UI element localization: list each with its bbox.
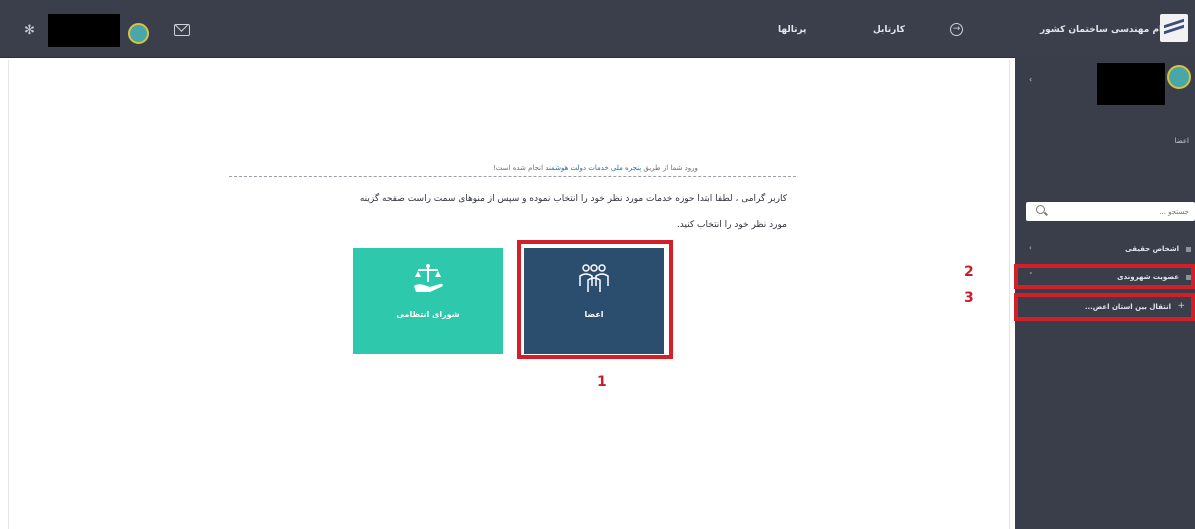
notice-link[interactable]: پنجره ملی خدمات دولت هوشمند xyxy=(545,164,641,172)
tile-disciplinary-council[interactable]: شورای انتظامی xyxy=(353,248,503,354)
avatar xyxy=(1167,65,1191,89)
kartabl-menu[interactable]: کارتابل xyxy=(873,25,905,35)
brand-logo xyxy=(1160,14,1188,42)
mail-icon[interactable] xyxy=(174,24,190,36)
brand-title: نظام مهندسی ساختمان کشور xyxy=(1040,25,1175,35)
chevron-left-icon[interactable]: ‹ xyxy=(1029,75,1032,84)
avatar[interactable] xyxy=(128,23,149,44)
chevron-left-icon: ‹ xyxy=(1029,244,1032,252)
annotation-box-1 xyxy=(517,240,673,359)
redacted-user-info xyxy=(48,14,120,47)
instruction-line-2: مورد نظر خود را انتخاب کنید. xyxy=(676,220,787,230)
tile-label: شورای انتظامی xyxy=(396,310,460,319)
instruction-line-1: کاربر گرامی ، لطفا ابتدا حوزه خدمات مورد… xyxy=(359,194,787,204)
sidebar-username: اعضا xyxy=(1174,137,1189,145)
annotation-number-3: 3 xyxy=(964,290,974,306)
list-icon xyxy=(1186,247,1191,252)
scales-hand-icon xyxy=(410,262,446,300)
sidebar-item-label: اشخاص حقیقی xyxy=(1125,245,1179,253)
top-bar: ✻ پرتالها کارتابل → نظام مهندسی ساختمان … xyxy=(0,0,1195,58)
annotation-number-1: 1 xyxy=(597,374,607,390)
main-content: ورود شما از طریق پنجره ملی خدمات دولت هو… xyxy=(8,60,1010,529)
divider xyxy=(229,176,796,177)
gear-icon[interactable]: ✻ xyxy=(24,24,35,37)
login-notice: ورود شما از طریق پنجره ملی خدمات دولت هو… xyxy=(493,164,698,172)
notice-suffix: انجام شده است! xyxy=(493,164,546,172)
search-icon[interactable] xyxy=(1036,205,1045,214)
annotation-box-3 xyxy=(1014,293,1195,321)
annotation-number-2: 2 xyxy=(964,264,974,280)
portals-menu[interactable]: پرتالها xyxy=(778,25,806,35)
sidebar-item-natural-persons[interactable]: ‹ اشخاص حقیقی xyxy=(1015,241,1195,259)
sidebar-search xyxy=(1026,202,1195,221)
search-input[interactable] xyxy=(1067,204,1191,220)
arrow-circle-icon[interactable]: → xyxy=(950,23,963,36)
notice-prefix: ورود شما از طریق xyxy=(641,164,698,172)
redacted-profile xyxy=(1097,63,1165,105)
annotation-box-2 xyxy=(1014,264,1195,289)
